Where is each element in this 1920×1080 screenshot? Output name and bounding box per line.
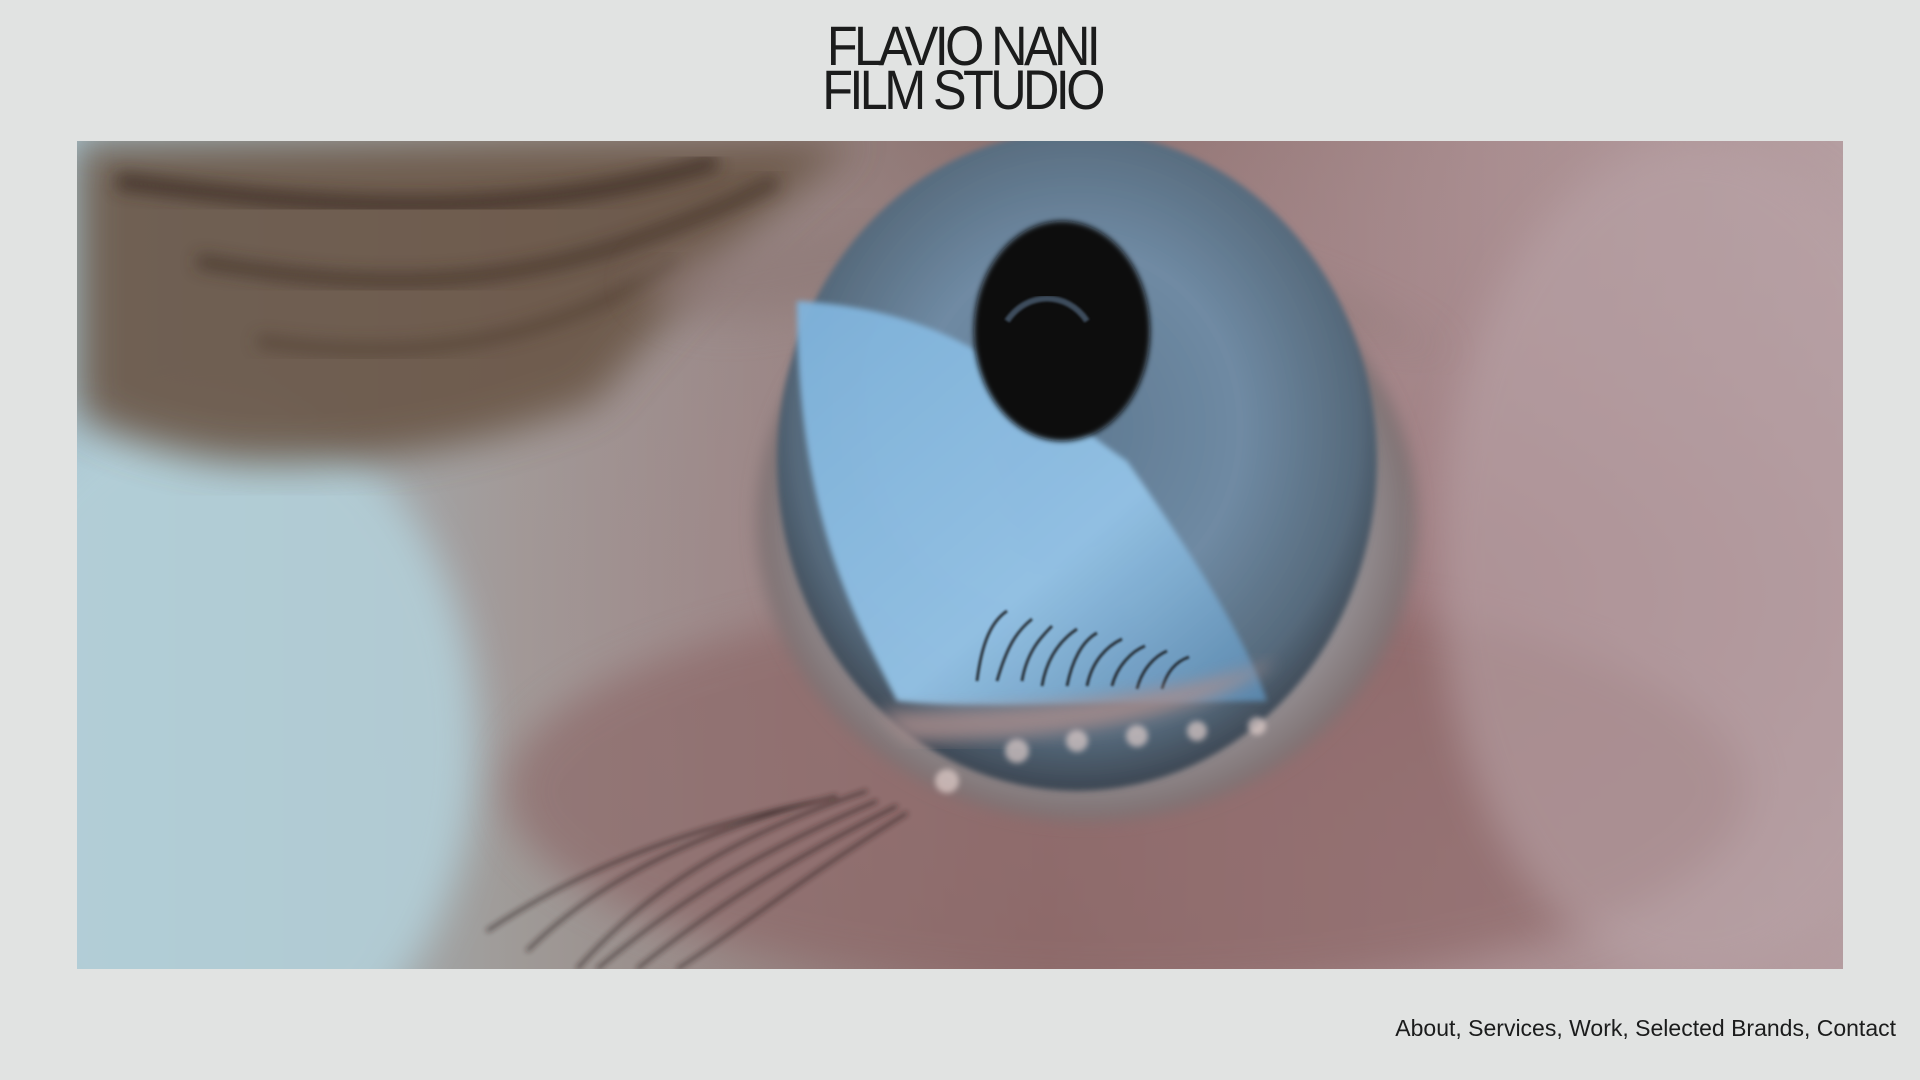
nav-link-contact[interactable]: Contact [1817, 1015, 1896, 1041]
logo-line-2: FILM STUDIO [822, 58, 1105, 121]
nav-separator: , [1622, 1015, 1629, 1041]
page: FLAVIO NANI FILM STUDIO About, Services,… [0, 0, 1920, 1080]
site-logo-link[interactable]: FLAVIO NANI FILM STUDIO [0, 18, 1920, 121]
nav-separator: , [1803, 1015, 1811, 1041]
eye-closeup-image [77, 141, 1843, 969]
footer-nav: About, Services, Work, Selected Brands, … [1395, 1012, 1896, 1044]
nav-separator: , [1556, 1015, 1563, 1041]
nav-link-services[interactable]: Services [1468, 1015, 1556, 1041]
nav-link-about[interactable]: About [1395, 1015, 1455, 1041]
nav-separator: , [1455, 1015, 1462, 1041]
hero-video[interactable] [77, 141, 1843, 969]
nav-link-selected-brands[interactable]: Selected Brands [1635, 1015, 1804, 1041]
nav-link-work[interactable]: Work [1569, 1015, 1622, 1041]
